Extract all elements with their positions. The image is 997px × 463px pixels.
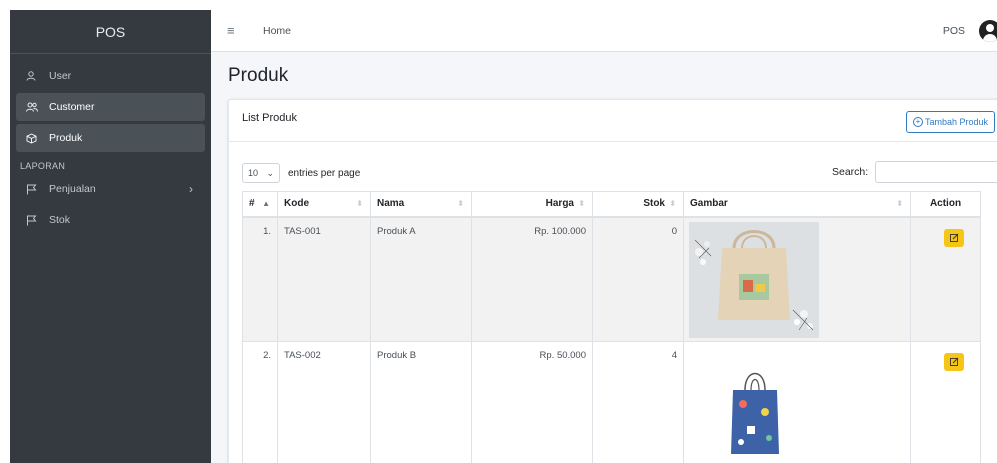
entries-value: 10 bbox=[248, 168, 259, 178]
sidebar-item-label: Produk bbox=[49, 132, 83, 144]
sidebar-item-label: User bbox=[49, 70, 72, 82]
page-title: Produk bbox=[228, 65, 289, 86]
sort-icon: ⬍ bbox=[669, 199, 676, 208]
sort-icon: ⬍ bbox=[457, 199, 464, 208]
brand-logo[interactable]: POS bbox=[10, 10, 211, 54]
card-header: List Produk + Tambah Produk bbox=[229, 100, 997, 142]
column-header-nama[interactable]: Nama ⬍ bbox=[370, 191, 472, 218]
cell-kode: TAS-002 bbox=[277, 340, 371, 463]
table-row: 2. TAS-002 Produk B Rp. 50.000 4 bbox=[242, 340, 981, 463]
sidebar-item-label: Stok bbox=[49, 214, 71, 226]
edit-button[interactable] bbox=[944, 228, 964, 247]
cell-nama: Produk B bbox=[370, 340, 472, 463]
table-row: 1. TAS-001 Produk A Rp. 100.000 0 bbox=[242, 216, 981, 342]
product-card: List Produk + Tambah Produk 10 ⌄ entries… bbox=[228, 99, 997, 463]
users-icon bbox=[26, 102, 44, 112]
cube-icon bbox=[26, 132, 44, 144]
search-control: Search: bbox=[832, 161, 997, 183]
flag-icon bbox=[26, 184, 44, 195]
table-header-row: # ▲ Kode ⬍ Nama ⬍ Harga ⬍ Stok ⬍ Gambar ⬍ Acti… bbox=[242, 191, 981, 218]
sidebar-item-produk[interactable]: Produk bbox=[16, 124, 205, 152]
sidebar-item-label: Penjualan bbox=[49, 183, 96, 195]
chevron-right-icon: › bbox=[189, 182, 193, 196]
product-table: # ▲ Kode ⬍ Nama ⬍ Harga ⬍ Stok ⬍ Gambar ⬍ Acti… bbox=[242, 191, 981, 463]
cell-no: 1. bbox=[242, 216, 278, 342]
cell-harga: Rp. 100.000 bbox=[471, 216, 593, 342]
plus-circle-icon: + bbox=[913, 117, 923, 127]
search-input[interactable] bbox=[875, 161, 997, 183]
cell-nama: Produk A bbox=[370, 216, 472, 342]
home-link[interactable]: Home bbox=[263, 25, 291, 37]
add-product-button[interactable]: + Tambah Produk bbox=[906, 111, 996, 133]
cell-action bbox=[910, 340, 981, 463]
edit-icon bbox=[949, 233, 958, 242]
sidebar-item-stok[interactable]: Stok bbox=[16, 206, 205, 234]
topbar-user-area: POS bbox=[943, 19, 997, 42]
cell-action bbox=[910, 216, 981, 342]
topbar: ≡ Home POS bbox=[211, 10, 997, 52]
user-icon bbox=[26, 71, 44, 81]
cell-kode: TAS-001 bbox=[277, 216, 371, 342]
cell-gambar bbox=[683, 340, 911, 463]
cell-harga: Rp. 50.000 bbox=[471, 340, 593, 463]
flag-icon bbox=[26, 215, 44, 226]
card-title: List Produk bbox=[242, 112, 298, 124]
menu-icon[interactable]: ≡ bbox=[227, 23, 247, 38]
sidebar: POS User Customer Produk LAPORAN Penjual… bbox=[10, 10, 211, 463]
entries-select[interactable]: 10 ⌄ bbox=[242, 163, 280, 183]
sort-icon: ⬍ bbox=[578, 199, 585, 208]
column-header-kode[interactable]: Kode ⬍ bbox=[277, 191, 371, 218]
sidebar-nav: User Customer Produk LAPORAN Penjualan › bbox=[10, 54, 211, 245]
edit-icon bbox=[949, 357, 958, 366]
sidebar-item-user[interactable]: User bbox=[16, 62, 205, 90]
avatar[interactable] bbox=[979, 19, 997, 42]
add-product-label: Tambah Produk bbox=[925, 117, 989, 127]
edit-button[interactable] bbox=[944, 352, 964, 371]
main-content: Produk List Produk + Tambah Produk 10 ⌄ … bbox=[211, 52, 997, 463]
column-header-gambar[interactable]: Gambar ⬍ bbox=[683, 191, 911, 218]
search-label: Search: bbox=[832, 166, 869, 178]
entries-label: entries per page bbox=[288, 167, 361, 179]
cell-stok: 0 bbox=[592, 216, 684, 342]
sort-icon: ⬍ bbox=[896, 199, 903, 208]
column-header-action: Action bbox=[910, 191, 981, 218]
sidebar-section-header: LAPORAN bbox=[20, 161, 66, 171]
entries-control: 10 ⌄ entries per page bbox=[242, 163, 360, 183]
sidebar-item-penjualan[interactable]: Penjualan › bbox=[16, 175, 205, 203]
user-name[interactable]: POS bbox=[943, 25, 965, 37]
sort-asc-icon: ▲ bbox=[262, 199, 270, 208]
sidebar-item-customer[interactable]: Customer bbox=[16, 93, 205, 121]
tote-bag-image bbox=[689, 221, 819, 338]
cell-stok: 4 bbox=[592, 340, 684, 463]
column-header-no[interactable]: # ▲ bbox=[242, 191, 278, 218]
cell-gambar bbox=[683, 216, 911, 342]
column-header-harga[interactable]: Harga ⬍ bbox=[471, 191, 593, 218]
cell-no: 2. bbox=[242, 340, 278, 463]
chevron-down-icon: ⌄ bbox=[266, 167, 274, 178]
sidebar-item-label: Customer bbox=[49, 101, 95, 113]
gift-bag-image bbox=[689, 345, 819, 462]
column-header-stok[interactable]: Stok ⬍ bbox=[592, 191, 684, 218]
sort-icon: ⬍ bbox=[356, 199, 363, 208]
